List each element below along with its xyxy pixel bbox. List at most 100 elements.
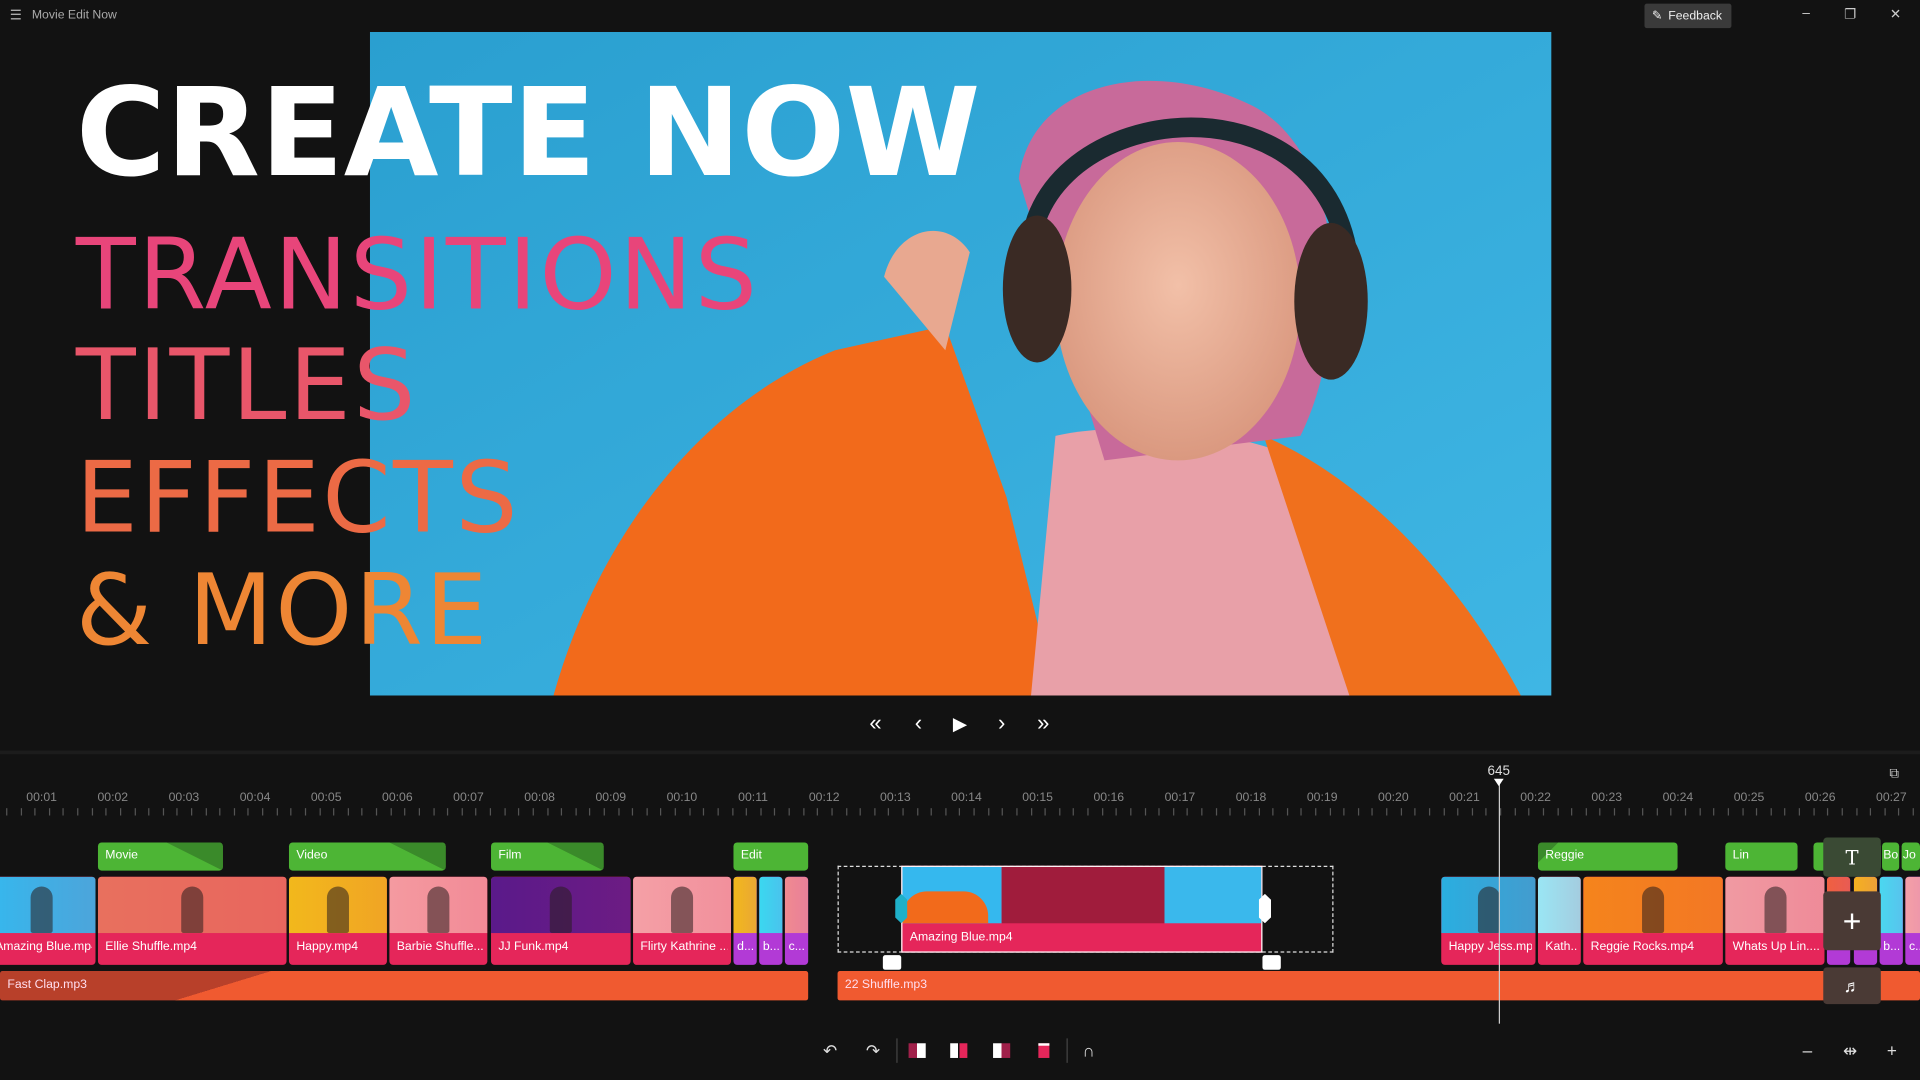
title-clip[interactable]: Bo — [1882, 842, 1900, 871]
title-clip-label: Movie — [105, 848, 138, 863]
audio-trim-handle-right[interactable] — [1262, 955, 1281, 970]
ruler-label: 00:03 — [168, 791, 200, 805]
audio-trim-handle-left[interactable] — [882, 955, 902, 970]
undo-button[interactable]: ↶ — [818, 1041, 842, 1062]
ruler-tick — [1727, 808, 1729, 816]
clip-label: Amazing Blue.mp4 — [909, 930, 1013, 945]
title-clip[interactable]: Edit — [733, 842, 809, 871]
restore-button[interactable]: ❐ — [1838, 6, 1862, 22]
close-button[interactable]: ✕ — [1883, 6, 1907, 22]
split-right-icon[interactable] — [993, 1043, 1011, 1058]
add-text-button[interactable]: T — [1823, 837, 1881, 877]
title-clip[interactable]: Film — [491, 842, 604, 871]
ruler-tick — [973, 808, 975, 816]
ruler-tick — [1016, 808, 1018, 816]
magnet-snap-icon[interactable]: ∩ — [1076, 1041, 1100, 1061]
trim-handle-left[interactable] — [895, 893, 908, 924]
add-media-button[interactable]: + — [1823, 891, 1881, 951]
ruler-tick — [1343, 808, 1345, 816]
audio-clip[interactable]: 22 Shuffle.mp3 — [837, 971, 1920, 1001]
playhead-time: 645 — [1487, 764, 1511, 779]
trash-icon[interactable] — [1038, 1043, 1050, 1058]
clip-label: Barbie Shuffle.... — [396, 940, 484, 954]
ruler-tick — [375, 808, 378, 816]
split-left-icon[interactable] — [908, 1043, 926, 1058]
ruler-tick — [1741, 808, 1744, 816]
video-clip[interactable]: c... — [784, 876, 809, 965]
ruler-tick — [1685, 808, 1687, 816]
video-clip[interactable]: Whats Up Lin.... — [1725, 876, 1825, 965]
ruler-tick — [1372, 808, 1374, 816]
ruler-tick — [1030, 808, 1032, 816]
playhead[interactable] — [1498, 783, 1501, 1024]
redo-button[interactable]: ↷ — [861, 1041, 885, 1062]
title-clip-label: Lin — [1732, 848, 1750, 863]
ruler-label: 00:17 — [1164, 791, 1196, 805]
title-clip[interactable]: Jo — [1901, 842, 1920, 871]
minimize-button[interactable]: – — [1794, 6, 1818, 21]
ruler-tick — [1386, 808, 1388, 816]
ruler-tick — [219, 808, 221, 816]
ruler-tick — [1556, 808, 1559, 816]
video-clip[interactable]: JJ Funk.mp4 — [491, 876, 631, 965]
video-clip[interactable]: Amazing Blue.mp4 — [0, 876, 96, 965]
ruler-tick — [1158, 808, 1160, 816]
video-clip[interactable]: Happy.mp4 — [288, 876, 387, 965]
fit-timeline-button[interactable]: ⇹ — [1838, 1041, 1862, 1062]
clip-label: JJ Funk.mp4 — [498, 940, 569, 954]
ruler-tick — [447, 808, 449, 816]
ruler-tick — [1101, 808, 1103, 816]
ruler-tick — [916, 808, 918, 816]
hero-headline: CREATE NOW — [75, 61, 981, 205]
clip-label: Reggie Rocks.mp4 — [1590, 940, 1695, 954]
video-clip[interactable]: b... — [1879, 876, 1903, 965]
ruler-tick — [745, 808, 748, 816]
ruler-tick — [1841, 808, 1843, 816]
ruler-tick — [1471, 808, 1473, 816]
ruler-tick — [1058, 808, 1061, 816]
video-clip[interactable]: Ellie Shuffle.mp4 — [97, 876, 287, 965]
ruler-tick — [1884, 808, 1886, 816]
hamburger-icon[interactable]: ☰ — [10, 7, 22, 24]
ruler-tick — [475, 808, 477, 816]
trim-handle-right[interactable] — [1258, 893, 1272, 924]
title-clip[interactable]: Lin — [1725, 842, 1798, 871]
title-clip[interactable]: Reggie — [1537, 842, 1678, 871]
video-clip[interactable]: b... — [759, 876, 783, 965]
next-frame-button[interactable]: › — [987, 710, 1016, 736]
play-button[interactable]: ▶ — [945, 713, 974, 735]
feedback-button[interactable]: ✎ Feedback — [1644, 3, 1732, 29]
thumbnail-figure — [30, 886, 53, 934]
video-clip[interactable]: Happy Jess.mp4 — [1441, 876, 1536, 965]
previous-frame-button[interactable]: ‹ — [904, 710, 933, 736]
ruler-tick — [546, 808, 548, 816]
fast-forward-button[interactable]: » — [1029, 710, 1058, 736]
video-clip[interactable]: Kath... — [1537, 876, 1581, 965]
rewind-button[interactable]: « — [861, 710, 890, 736]
ruler-tick — [760, 808, 762, 816]
detach-timeline-icon[interactable]: ⧉ — [1889, 767, 1899, 783]
playhead-handle[interactable] — [1493, 778, 1504, 787]
video-clip[interactable]: Barbie Shuffle.... — [389, 876, 488, 965]
clip-thumbnail — [1905, 876, 1920, 934]
title-clip[interactable]: Video — [288, 842, 446, 871]
timeline-divider[interactable] — [0, 750, 1920, 755]
selected-clip[interactable]: Amazing Blue.mp4 — [901, 865, 1263, 953]
video-clip[interactable]: c... — [1905, 876, 1920, 965]
zoom-in-button[interactable]: + — [1880, 1041, 1904, 1061]
ruler-tick — [1784, 808, 1786, 816]
ruler-tick — [1243, 808, 1246, 816]
split-icon[interactable] — [950, 1043, 968, 1058]
video-clip[interactable]: Reggie Rocks.mp4 — [1583, 876, 1723, 965]
audio-clip[interactable]: Fast Clap.mp3 — [0, 971, 809, 1001]
video-clip[interactable]: d... — [733, 876, 757, 965]
clip-thumbnail — [1879, 876, 1903, 934]
zoom-out-button[interactable]: – — [1795, 1041, 1819, 1061]
ruler-tick — [1898, 808, 1900, 816]
title-clip[interactable]: Movie — [97, 842, 223, 871]
ruler-tick — [717, 808, 719, 816]
add-music-button[interactable]: ♬ — [1823, 967, 1881, 1005]
video-clip[interactable]: Flirty Kathrine .... — [633, 876, 732, 965]
title-clip-fold — [389, 842, 446, 871]
title-clip-fold — [547, 842, 604, 871]
